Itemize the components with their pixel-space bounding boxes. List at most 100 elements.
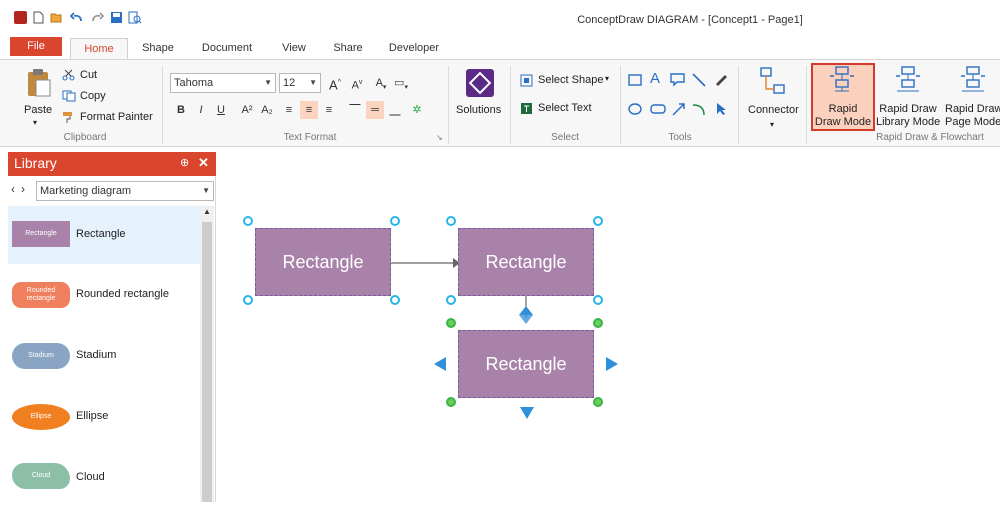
shrink-font-icon[interactable]: Av bbox=[348, 74, 366, 92]
arc-tool-icon[interactable] bbox=[692, 102, 706, 119]
selection-handle[interactable] bbox=[390, 216, 400, 226]
tab-developer[interactable]: Developer bbox=[382, 38, 446, 60]
selection-handle[interactable] bbox=[593, 295, 603, 305]
selection-handle[interactable] bbox=[446, 318, 456, 328]
forward-icon[interactable]: › bbox=[21, 182, 25, 196]
align-top-icon[interactable]: ⎺ bbox=[346, 101, 364, 119]
tab-home[interactable]: Home bbox=[70, 38, 128, 60]
line-tool-icon[interactable] bbox=[692, 73, 706, 90]
selection-handle[interactable] bbox=[593, 397, 603, 407]
callout-tool-icon[interactable] bbox=[670, 73, 686, 90]
rectangle-shape[interactable]: Rectangle bbox=[458, 228, 594, 296]
drawing-canvas[interactable]: Rectangle Rectangle Rectangle bbox=[217, 148, 1000, 502]
ellipse-tool-icon[interactable] bbox=[628, 102, 642, 119]
library-item-cloud[interactable]: Cloud Cloud bbox=[8, 449, 200, 507]
superscript-icon[interactable]: A² bbox=[238, 101, 256, 119]
selection-handle[interactable] bbox=[446, 216, 456, 226]
selection-handle[interactable] bbox=[446, 295, 456, 305]
rapid-draw-group-label: Rapid Draw & Flowchart bbox=[876, 132, 984, 143]
chevron-down-icon[interactable]: ▾ bbox=[770, 120, 774, 129]
font-family-select[interactable]: Tahoma ▼ bbox=[170, 73, 276, 93]
close-icon[interactable]: ✕ bbox=[198, 155, 209, 171]
rapid-draw-up-arrow-icon[interactable] bbox=[517, 305, 535, 325]
bold-icon[interactable]: B bbox=[172, 101, 190, 119]
subscript-icon[interactable]: A₂ bbox=[258, 101, 276, 119]
library-item-label: Stadium bbox=[76, 349, 117, 361]
format-painter-button[interactable]: Format Painter bbox=[80, 111, 153, 123]
rapid-draw-left-arrow-icon[interactable] bbox=[433, 356, 447, 372]
scroll-up-icon[interactable]: ▲ bbox=[203, 207, 211, 216]
rapid-draw-page-icon bbox=[960, 66, 986, 99]
rapid-draw-library-icon bbox=[895, 66, 921, 99]
scrollbar-thumb[interactable] bbox=[202, 222, 212, 502]
copy-button[interactable]: Copy bbox=[80, 90, 106, 102]
connector-icon bbox=[760, 67, 786, 100]
pointer-tool-icon[interactable] bbox=[714, 102, 728, 119]
tab-view[interactable]: View bbox=[274, 38, 314, 60]
text-format-group-label: Text Format bbox=[283, 132, 337, 143]
selection-handle[interactable] bbox=[593, 216, 603, 226]
select-shape-button[interactable]: Select Shape bbox=[538, 74, 603, 86]
divider bbox=[738, 66, 739, 144]
rapid-draw-right-arrow-icon[interactable] bbox=[605, 356, 619, 372]
selection-handle[interactable] bbox=[243, 216, 253, 226]
text-background-icon[interactable]: ▭▾ bbox=[392, 74, 410, 92]
connector-button[interactable]: Connector bbox=[748, 104, 799, 116]
cut-button[interactable]: Cut bbox=[80, 69, 97, 81]
dialog-launcher-icon[interactable]: ↘ bbox=[436, 133, 443, 142]
pin-icon[interactable]: ⊕ bbox=[180, 156, 189, 169]
format-painter-icon bbox=[62, 111, 76, 126]
library-select[interactable]: Marketing diagram ▼ bbox=[36, 181, 214, 201]
align-right-icon[interactable]: ≡ bbox=[320, 101, 338, 119]
select-text-button[interactable]: Select Text bbox=[538, 102, 592, 114]
select-group-label: Select bbox=[551, 132, 579, 143]
tab-shape[interactable]: Shape bbox=[135, 38, 181, 60]
arrow-tool-icon[interactable] bbox=[672, 102, 686, 119]
grow-font-icon[interactable]: A^ bbox=[326, 74, 344, 92]
align-bottom-icon[interactable]: ⎽ bbox=[386, 101, 404, 119]
select-shape-icon bbox=[520, 74, 534, 90]
rapid-draw-down-arrow-icon[interactable] bbox=[519, 406, 535, 420]
selection-handle[interactable] bbox=[446, 397, 456, 407]
library-item-rounded-rectangle[interactable]: Rounded rectangle Rounded rectangle bbox=[8, 266, 200, 324]
back-icon[interactable]: ‹ bbox=[11, 182, 15, 196]
font-size-select[interactable]: 12 ▼ bbox=[279, 73, 321, 93]
align-middle-icon[interactable]: ═ bbox=[366, 101, 384, 119]
chevron-down-icon: ▼ bbox=[309, 78, 317, 87]
underline-icon[interactable]: U bbox=[212, 101, 230, 119]
selection-handle[interactable] bbox=[390, 295, 400, 305]
chevron-down-icon: ▼ bbox=[202, 186, 210, 195]
chevron-down-icon[interactable]: ▾ bbox=[605, 74, 609, 83]
library-header: Library ⊕ ✕ bbox=[8, 152, 216, 176]
selection-handle[interactable] bbox=[243, 295, 253, 305]
rounded-rect-tool-icon[interactable] bbox=[650, 102, 666, 119]
tab-share[interactable]: Share bbox=[326, 38, 370, 60]
selection-handle[interactable] bbox=[593, 318, 603, 328]
paste-dropdown-icon[interactable]: ▾ bbox=[33, 118, 37, 127]
text-spacing-icon[interactable]: ✲ bbox=[408, 101, 426, 119]
rapid-page-label-line2: Page Mode bbox=[945, 116, 1000, 128]
title-bar: ConceptDraw DIAGRAM - [Concept1 - Page1] bbox=[0, 0, 1000, 34]
align-center-icon[interactable]: ≡ bbox=[300, 101, 318, 119]
rectangle-shape-selected[interactable]: Rectangle bbox=[458, 330, 594, 398]
select-text-icon bbox=[520, 102, 534, 118]
copy-icon bbox=[62, 90, 76, 105]
divider bbox=[448, 66, 449, 144]
paste-button[interactable]: Paste bbox=[24, 104, 52, 116]
solutions-button[interactable]: Solutions bbox=[456, 104, 501, 116]
rectangle-shape[interactable]: Rectangle bbox=[255, 228, 391, 296]
text-tool-icon[interactable]: A bbox=[650, 70, 660, 87]
tab-file[interactable]: File bbox=[10, 37, 62, 56]
tab-document[interactable]: Document bbox=[193, 38, 261, 60]
rectangle-tool-icon[interactable] bbox=[628, 73, 642, 90]
align-left-icon[interactable]: ≡ bbox=[280, 101, 298, 119]
font-color-icon[interactable]: A▾ bbox=[372, 74, 390, 92]
library-item-rectangle[interactable]: Rectangle Rectangle bbox=[8, 206, 200, 264]
library-item-ellipse[interactable]: Ellipse Ellipse bbox=[8, 388, 200, 446]
pen-tool-icon[interactable] bbox=[714, 72, 728, 89]
library-item-stadium[interactable]: Stadium Stadium bbox=[8, 327, 200, 385]
rapid-library-label-line2: Library Mode bbox=[876, 116, 941, 128]
italic-icon[interactable]: I bbox=[192, 101, 210, 119]
rapid-library-label-line1: Rapid Draw bbox=[879, 103, 937, 115]
window-title: ConceptDraw DIAGRAM - [Concept1 - Page1] bbox=[577, 14, 803, 26]
